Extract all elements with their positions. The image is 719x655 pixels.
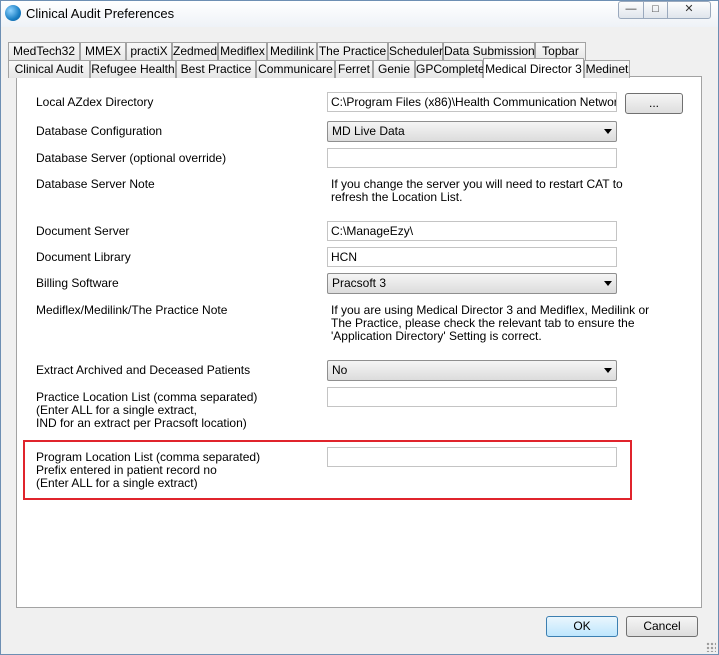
practice-location-input[interactable]: [327, 387, 617, 407]
practice-location-label: Practice Location List (comma separated)…: [36, 391, 257, 430]
db-config-label: Database Configuration: [36, 124, 163, 138]
cancel-button[interactable]: Cancel: [626, 616, 698, 637]
app-logo-icon: [5, 5, 21, 21]
maximize-button[interactable]: □: [643, 1, 668, 19]
db-server-label: Database Server (optional override): [36, 151, 227, 165]
extract-archived-select[interactable]: No: [327, 360, 617, 381]
db-server-note: If you change the server you will need t…: [331, 178, 623, 204]
tab-genie[interactable]: Genie: [373, 60, 415, 78]
close-button[interactable]: ✕: [667, 1, 711, 19]
ok-button[interactable]: OK: [546, 616, 618, 637]
minimize-icon: —: [625, 3, 637, 15]
tab-gpcomplete[interactable]: GPComplete: [415, 60, 485, 78]
db-note-line: refresh the Location List.: [331, 190, 463, 204]
browse-button[interactable]: ...: [625, 93, 683, 114]
tab-medtech32[interactable]: MedTech32: [8, 42, 80, 60]
db-note-label: Database Server Note: [36, 177, 155, 191]
close-icon: ✕: [684, 3, 694, 15]
db-server-input[interactable]: [327, 148, 617, 168]
tab-medical-director-3[interactable]: Medical Director 3: [483, 58, 584, 78]
chevron-down-icon: [604, 281, 612, 286]
doc-library-label: Document Library: [36, 250, 131, 264]
tab-mediflex[interactable]: Mediflex: [218, 42, 267, 60]
tab-mmex[interactable]: MMEX: [80, 42, 126, 60]
azdex-directory-input[interactable]: C:\Program Files (x86)\Health Communicat…: [327, 92, 617, 112]
tab-practix[interactable]: practiX: [126, 42, 172, 60]
doc-server-label: Document Server: [36, 224, 130, 238]
billing-value: Pracsoft 3: [332, 276, 387, 290]
tab-medilink[interactable]: Medilink: [267, 42, 317, 60]
tab-medinet[interactable]: Medinet: [584, 60, 630, 78]
tab-zedmed[interactable]: Zedmed: [172, 42, 218, 60]
db-config-select[interactable]: MD Live Data: [327, 121, 617, 142]
azdex-label: Local AZdex Directory: [36, 95, 154, 109]
highlight-box: [23, 440, 632, 500]
tab-clinical-audit[interactable]: Clinical Audit: [8, 60, 90, 78]
tab-the-practice[interactable]: The Practice: [317, 42, 388, 60]
doc-library-input[interactable]: HCN: [327, 247, 617, 267]
practice-note-line: 'Application Directory' Setting is corre…: [331, 329, 542, 343]
billing-label: Billing Software: [36, 276, 119, 290]
doc-server-input[interactable]: C:\ManageEzy\: [327, 221, 617, 241]
chevron-down-icon: [604, 129, 612, 134]
minimize-button[interactable]: —: [618, 1, 644, 19]
extract-value: No: [332, 363, 348, 377]
resize-grip-icon[interactable]: [706, 642, 716, 652]
tab-refugee-health[interactable]: Refugee Health: [90, 60, 176, 78]
title-bar[interactable]: Clinical Audit Preferences — □ ✕: [1, 1, 718, 27]
practice-note-text: If you are using Medical Director 3 and …: [331, 304, 649, 343]
window-title: Clinical Audit Preferences: [26, 6, 175, 21]
maximize-icon: □: [652, 3, 659, 15]
practice-location-line: IND for an extract per Pracsoft location…: [36, 416, 247, 430]
chevron-down-icon: [604, 368, 612, 373]
extract-label: Extract Archived and Deceased Patients: [36, 363, 251, 377]
db-config-value: MD Live Data: [332, 124, 405, 138]
tab-scheduler[interactable]: Scheduler: [388, 42, 443, 60]
billing-software-select[interactable]: Pracsoft 3: [327, 273, 617, 294]
tab-best-practice[interactable]: Best Practice: [176, 60, 256, 78]
tab-ferret[interactable]: Ferret: [335, 60, 373, 78]
tab-communicare[interactable]: Communicare: [256, 60, 335, 78]
practice-note-label: Mediflex/Medilink/The Practice Note: [36, 303, 228, 317]
